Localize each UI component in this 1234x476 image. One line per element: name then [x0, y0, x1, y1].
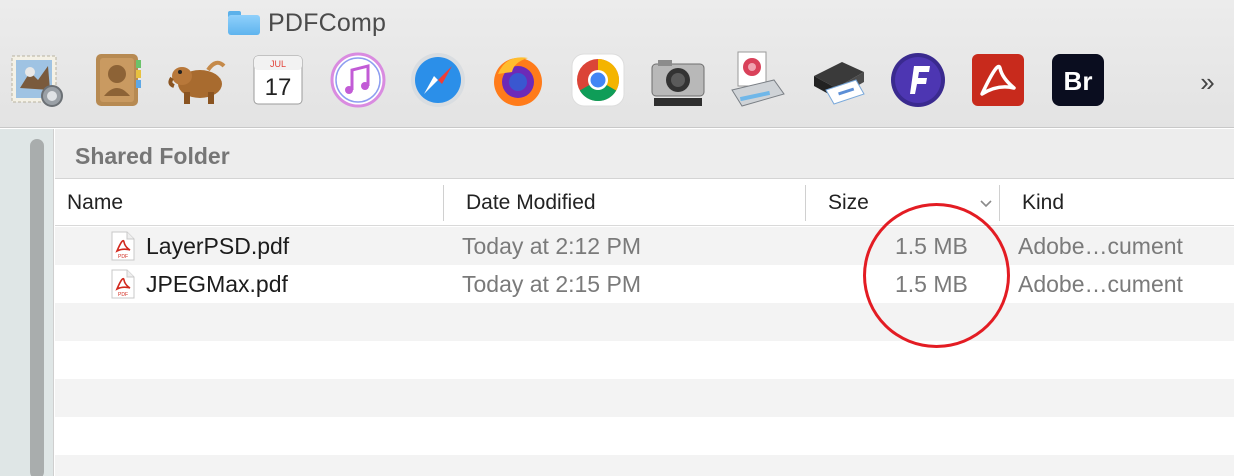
- file-rows: PDF LayerPSD.pdf Today at 2:12 PM 1.5 MB…: [55, 227, 1234, 476]
- column-header-date-modified[interactable]: Date Modified: [466, 180, 596, 226]
- firefox-icon[interactable]: [488, 50, 548, 110]
- printer-icon[interactable]: [808, 50, 868, 110]
- pdf-file-icon: PDF: [111, 231, 135, 261]
- file-name: JPEGMax.pdf: [146, 271, 288, 297]
- folder-icon: [228, 11, 260, 35]
- camera-icon[interactable]: [648, 50, 708, 110]
- column-divider[interactable]: [999, 185, 1000, 221]
- bridge-icon[interactable]: Br: [1048, 50, 1108, 110]
- file-kind: Adobe…cument: [1018, 233, 1183, 259]
- chrome-icon[interactable]: [568, 50, 628, 110]
- compass-icon[interactable]: [408, 50, 468, 110]
- mail-stamp-eagle-icon[interactable]: [8, 50, 68, 110]
- column-header-row: Name Date Modified Size Kind: [55, 180, 1234, 226]
- column-header-name[interactable]: Name: [67, 180, 123, 226]
- svg-text:PDF: PDF: [118, 254, 128, 260]
- finder-window: PDFComp JUL 17 Br » Shared Folder Name D…: [0, 0, 1234, 476]
- empty-row: [55, 303, 1234, 341]
- svg-text:JUL: JUL: [270, 59, 286, 69]
- sort-descending-chevron-icon: [980, 200, 992, 208]
- preview-scanner-icon[interactable]: [728, 50, 788, 110]
- f-badge-icon[interactable]: [888, 50, 948, 110]
- file-kind: Adobe…cument: [1018, 271, 1183, 297]
- window-title-text: PDFComp: [268, 8, 387, 37]
- acrobat-icon[interactable]: [968, 50, 1028, 110]
- svg-text:Br: Br: [1064, 66, 1093, 96]
- toolbar-overflow-chevron-icon[interactable]: »: [1190, 66, 1222, 98]
- sidebar: [0, 129, 54, 476]
- column-header-size[interactable]: Size: [828, 180, 869, 226]
- sidebar-scrollbar[interactable]: [30, 139, 44, 476]
- tapir-app-icon[interactable]: [168, 50, 228, 110]
- empty-row: [55, 341, 1234, 379]
- column-header-kind[interactable]: Kind: [1022, 180, 1064, 226]
- calendar-icon[interactable]: JUL 17: [248, 50, 308, 110]
- file-date-modified: Today at 2:12 PM: [462, 233, 641, 259]
- file-date-modified: Today at 2:15 PM: [462, 271, 641, 297]
- file-name: LayerPSD.pdf: [146, 233, 290, 259]
- address-book-icon[interactable]: [88, 50, 148, 110]
- file-list-pane: Shared Folder Name Date Modified Size Ki…: [55, 129, 1234, 476]
- annotation-circle: [863, 203, 1010, 348]
- empty-row: [55, 417, 1234, 455]
- svg-text:17: 17: [265, 74, 292, 101]
- table-row[interactable]: PDF JPEGMax.pdf Today at 2:15 PM 1.5 MB …: [55, 265, 1234, 303]
- music-note-icon[interactable]: [328, 50, 388, 110]
- empty-row: [55, 455, 1234, 476]
- column-divider[interactable]: [443, 185, 444, 221]
- pdf-file-icon: PDF: [111, 269, 135, 299]
- empty-row: [55, 379, 1234, 417]
- column-divider[interactable]: [805, 185, 806, 221]
- svg-text:PDF: PDF: [118, 292, 128, 298]
- pane-title: Shared Folder: [75, 143, 230, 169]
- pane-header: Shared Folder: [55, 129, 1234, 179]
- toolbar: PDFComp JUL 17 Br »: [0, 0, 1234, 128]
- window-title: PDFComp: [228, 8, 386, 38]
- table-row[interactable]: PDF LayerPSD.pdf Today at 2:12 PM 1.5 MB…: [55, 227, 1234, 265]
